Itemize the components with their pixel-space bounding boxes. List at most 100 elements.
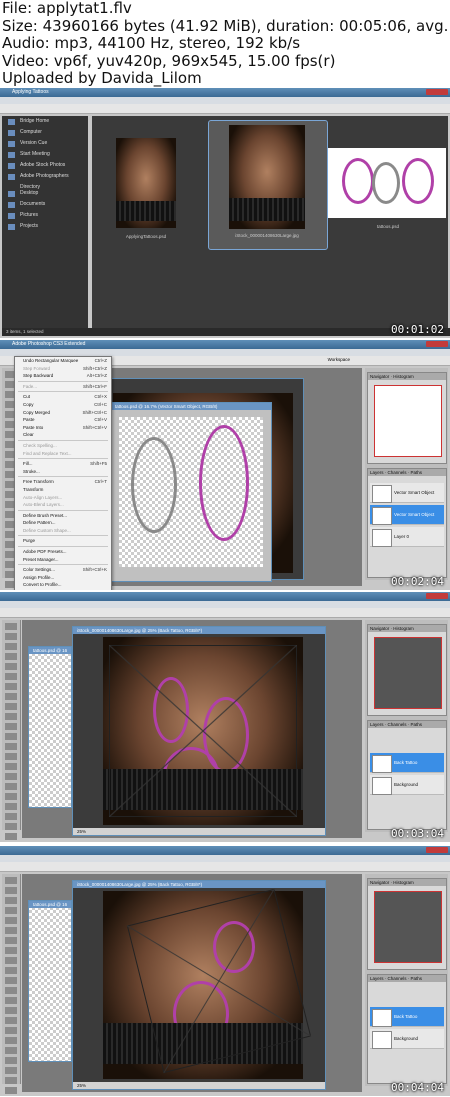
tool-icon[interactable] xyxy=(5,723,17,730)
menu-bar: FileEditViewStacksLabelToolsWindowHelp xyxy=(0,97,450,111)
edit-menu-item[interactable]: Color Settings... Shift+Ctrl+K xyxy=(15,566,111,574)
tool-icon[interactable] xyxy=(5,887,17,894)
layer-row[interactable]: Layer 0 xyxy=(370,527,444,547)
edit-menu-item[interactable]: Transform xyxy=(15,486,111,494)
tool-icon[interactable] xyxy=(5,897,17,904)
layer-row-selected[interactable]: Back Tattoo xyxy=(370,1007,444,1027)
window-buttons[interactable] xyxy=(426,89,448,95)
sidebar-item[interactable]: Pictures xyxy=(2,210,88,221)
tool-icon[interactable] xyxy=(5,1047,17,1054)
edit-menu-item[interactable]: Adobe PDF Presets... xyxy=(15,548,111,556)
tool-icon[interactable] xyxy=(5,823,17,830)
tool-icon[interactable] xyxy=(5,917,17,924)
transform-bounding-box[interactable] xyxy=(109,645,297,817)
sidebar-item[interactable]: Start Meeting xyxy=(2,149,88,160)
tool-icon[interactable] xyxy=(5,907,17,914)
canvas[interactable] xyxy=(103,637,303,825)
tool-icon[interactable] xyxy=(5,1087,17,1094)
layer-row[interactable]: Background xyxy=(370,1029,444,1049)
edit-menu-dropdown[interactable]: Undo Rectangular Marquee Ctrl+Z Step Forwa… xyxy=(14,356,112,590)
layer-row-selected[interactable]: Back Tattoo xyxy=(370,753,444,773)
edit-menu-item[interactable]: Convert to Profile... xyxy=(15,581,111,589)
edit-menu-item[interactable]: Copy Ctrl+C xyxy=(15,401,111,409)
tool-icon[interactable] xyxy=(5,1067,17,1074)
tool-icon[interactable] xyxy=(5,773,17,780)
tool-icon[interactable] xyxy=(5,653,17,660)
tool-icon[interactable] xyxy=(5,693,17,700)
sidebar-item[interactable]: Projects xyxy=(2,221,88,232)
tool-icon[interactable] xyxy=(5,663,17,670)
selected-thumb-frame[interactable]: iStock_000001408630Large.jpg xyxy=(208,120,328,250)
tool-icon[interactable] xyxy=(5,947,17,954)
tool-icon[interactable] xyxy=(5,813,17,820)
edit-menu-item[interactable]: Fill... Shift+F5 xyxy=(15,460,111,468)
tool-icon[interactable] xyxy=(5,967,17,974)
tool-icon[interactable] xyxy=(5,683,17,690)
tool-icon[interactable] xyxy=(5,623,17,630)
document-window[interactable]: iStock_000001408630Large.jpg @ 25% (Back… xyxy=(72,626,326,836)
sidebar-item[interactable]: Adobe Stock Photos xyxy=(2,160,88,171)
sidebar-item[interactable]: Version Cue xyxy=(2,138,88,149)
tool-icon[interactable] xyxy=(5,997,17,1004)
tool-icon[interactable] xyxy=(5,783,17,790)
sidebar-item[interactable]: Computer xyxy=(2,127,88,138)
sidebar-item[interactable]: Adobe Photographers Directory xyxy=(2,171,88,190)
edit-menu-item[interactable]: Cut Ctrl+X xyxy=(15,393,111,401)
tool-icon[interactable] xyxy=(5,803,17,810)
thumbnail-stock-photo[interactable] xyxy=(229,125,305,229)
thumbnail-applying-tattoos[interactable] xyxy=(116,138,176,228)
document-window[interactable]: tattoos.psd @ 16.7% (Vector Smart Object… xyxy=(110,402,272,582)
side-document[interactable]: tattoos.psd @ 16 xyxy=(28,900,72,1062)
edit-menu-item[interactable]: Paste Into Shift+Ctrl+V xyxy=(15,424,111,432)
thumbnail-tattoos[interactable] xyxy=(328,148,446,218)
tool-icon[interactable] xyxy=(5,987,17,994)
edit-menu-item[interactable]: Define Pattern... xyxy=(15,519,111,527)
tool-icon[interactable] xyxy=(5,957,17,964)
tool-icon[interactable] xyxy=(5,713,17,720)
edit-menu-item[interactable]: Assign Profile... xyxy=(15,574,111,582)
tool-icon[interactable] xyxy=(5,937,17,944)
tool-icon[interactable] xyxy=(5,703,17,710)
window-buttons[interactable] xyxy=(426,341,448,347)
edit-menu-item[interactable]: Define Brush Preset... xyxy=(15,512,111,520)
edit-menu-item[interactable]: Preset Manager... xyxy=(15,556,111,564)
side-document[interactable]: tattoos.psd @ 16 xyxy=(28,646,72,808)
edit-menu-item[interactable]: Undo Rectangular Marquee Ctrl+Z xyxy=(15,357,111,365)
tool-icon[interactable] xyxy=(5,793,17,800)
tool-icon[interactable] xyxy=(5,743,17,750)
tool-icon[interactable] xyxy=(5,643,17,650)
tool-icon[interactable] xyxy=(5,1057,17,1064)
layer-row-selected[interactable]: Vector Smart Object xyxy=(370,505,444,525)
workspace-button[interactable]: Workspace xyxy=(328,357,350,362)
edit-menu-item[interactable]: Free Transform Ctrl+T xyxy=(15,478,111,486)
tool-icon[interactable] xyxy=(5,1017,17,1024)
sidebar-item[interactable]: Desktop xyxy=(2,188,88,199)
tool-icon[interactable] xyxy=(5,877,17,884)
tool-icon[interactable] xyxy=(5,753,17,760)
tool-icon[interactable] xyxy=(5,673,17,680)
edit-menu-item[interactable]: Step Backward Alt+Ctrl+Z xyxy=(15,372,111,380)
tool-icon[interactable] xyxy=(5,1037,17,1044)
layer-row[interactable]: Background xyxy=(370,775,444,795)
sidebar-item[interactable]: Bridge Home xyxy=(2,116,88,127)
tool-icon[interactable] xyxy=(5,733,17,740)
tool-icon[interactable] xyxy=(5,1027,17,1034)
tool-icon[interactable] xyxy=(5,1077,17,1084)
tool-icon[interactable] xyxy=(5,633,17,640)
edit-menu-item[interactable]: Clear xyxy=(15,431,111,439)
tool-icon[interactable] xyxy=(5,763,17,770)
edit-menu-item[interactable]: Paste Ctrl+V xyxy=(15,416,111,424)
tool-icon[interactable] xyxy=(5,977,17,984)
canvas[interactable] xyxy=(103,888,312,1079)
edit-menu-item[interactable]: Purge xyxy=(15,537,111,545)
canvas[interactable] xyxy=(119,417,263,567)
menu-separator xyxy=(18,391,108,393)
tool-icon[interactable] xyxy=(5,927,17,934)
edit-menu-item[interactable]: Copy Merged Shift+Ctrl+C xyxy=(15,409,111,417)
edit-menu-item[interactable]: Stroke... xyxy=(15,468,111,476)
tool-icon[interactable] xyxy=(5,833,17,840)
document-window[interactable]: iStock_000001408630Large.jpg @ 25% (Back… xyxy=(72,880,326,1090)
sidebar-item[interactable]: Documents xyxy=(2,199,88,210)
tool-icon[interactable] xyxy=(5,1007,17,1014)
layer-row[interactable]: Vector Smart Object xyxy=(370,483,444,503)
